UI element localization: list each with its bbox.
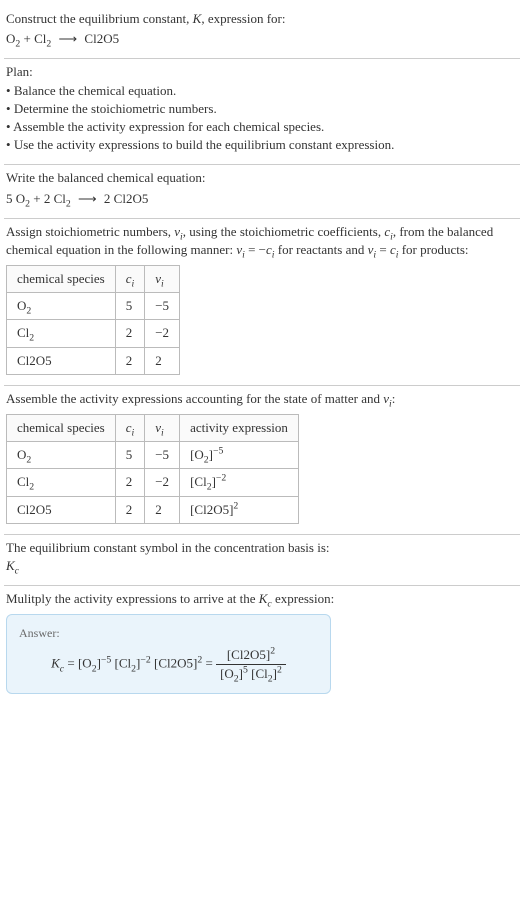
multiply-section: Mulitply the activity expressions to arr… (4, 586, 520, 704)
assemble-text: Assemble the activity expressions accoun… (6, 390, 518, 408)
symbol-kc: Kc (6, 557, 518, 575)
table-header-row: chemical species ci νi (7, 266, 180, 293)
col-species: chemical species (7, 415, 116, 442)
symbol-text: The equilibrium constant symbol in the c… (6, 539, 518, 557)
table-row: Cl2O5 2 2 (7, 347, 180, 374)
plan: Plan: • Balance the chemical equation. •… (4, 59, 520, 164)
col-activity: activity expression (180, 415, 299, 442)
arrow-icon: ⟶ (74, 190, 101, 208)
reactant-1: O2 (6, 31, 20, 46)
assign-section: Assign stoichiometric numbers, νi, using… (4, 219, 520, 385)
stoich-table: chemical species ci νi O2 5 −5 Cl2 2 −2 … (6, 265, 180, 375)
reactant-2: Cl2 (34, 31, 51, 46)
intro: Construct the equilibrium constant, K, e… (4, 6, 520, 58)
assign-text: Assign stoichiometric numbers, νi, using… (6, 223, 518, 259)
assemble-section: Assemble the activity expressions accoun… (4, 386, 520, 534)
plan-item: • Balance the chemical equation. (6, 82, 518, 100)
plan-item: • Determine the stoichiometric numbers. (6, 100, 518, 118)
table-row: O2 5 −5 (7, 293, 180, 320)
col-species: chemical species (7, 266, 116, 293)
plan-title: Plan: (6, 63, 518, 81)
col-c: ci (115, 266, 145, 293)
intro-text-a: Construct the equilibrium constant, (6, 11, 193, 26)
balanced-label: Write the balanced chemical equation: (6, 169, 518, 187)
table-row: Cl2 2 −2 (7, 320, 180, 347)
col-c: ci (115, 415, 145, 442)
activity-table: chemical species ci νi activity expressi… (6, 414, 299, 524)
col-nu: νi (145, 415, 180, 442)
table-row: Cl2O5 2 2 [Cl2O5]2 (7, 496, 299, 523)
table-row: O2 5 −5 [O2]−5 (7, 442, 299, 469)
answer-box: Answer: Kc = [O2]−5 [Cl2]−2 [Cl2O5]2 = [… (6, 614, 331, 694)
balanced-equation: 5 O2 + 2 Cl2 ⟶ 2 Cl2O5 (6, 190, 518, 208)
multiply-text: Mulitply the activity expressions to arr… (6, 590, 518, 608)
balanced-section: Write the balanced chemical equation: 5 … (4, 165, 520, 217)
col-nu: νi (145, 266, 180, 293)
fraction: [Cl2O5]2[O2]5 [Cl2]2 (216, 646, 286, 683)
unbalanced-equation: O2 + Cl2 ⟶ Cl2O5 (6, 30, 518, 48)
intro-text-b: , expression for: (201, 11, 285, 26)
product-1: Cl2O5 (84, 31, 119, 46)
plan-item: • Use the activity expressions to build … (6, 136, 518, 154)
table-row: Cl2 2 −2 [Cl2]−2 (7, 469, 299, 496)
plan-item: • Assemble the activity expression for e… (6, 118, 518, 136)
symbol-section: The equilibrium constant symbol in the c… (4, 535, 520, 585)
answer-expression: Kc = [O2]−5 [Cl2]−2 [Cl2O5]2 = [Cl2O5]2[… (19, 646, 318, 683)
arrow-icon: ⟶ (55, 30, 82, 48)
table-header-row: chemical species ci νi activity expressi… (7, 415, 299, 442)
answer-label: Answer: (19, 625, 318, 642)
